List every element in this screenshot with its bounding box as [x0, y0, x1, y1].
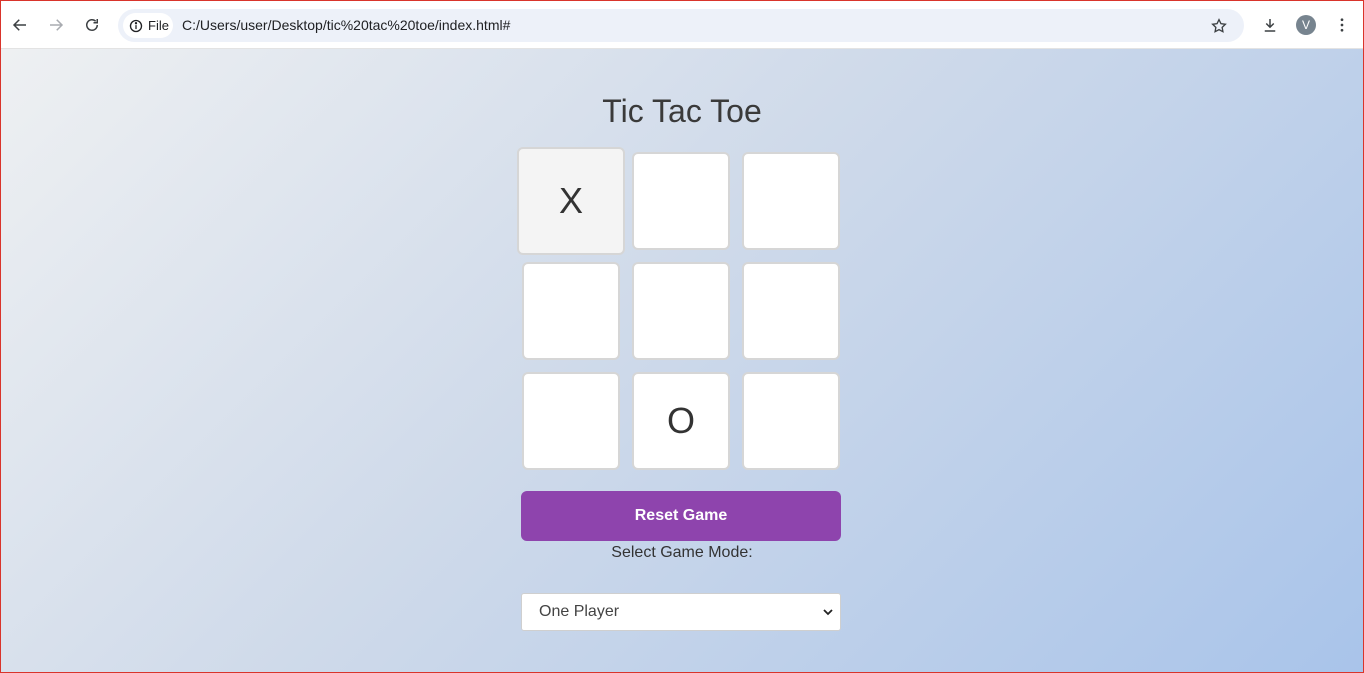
game-mode-label: Select Game Mode:	[611, 544, 753, 561]
more-icon	[1340, 18, 1344, 32]
chevron-down-icon	[823, 609, 833, 616]
cell-0[interactable]: X	[517, 147, 625, 255]
url-text[interactable]: C:/Users/user/Desktop/tic%20tac%20toe/in…	[182, 17, 510, 33]
forward-button[interactable]	[41, 10, 71, 40]
cell-1[interactable]	[632, 152, 730, 250]
back-button[interactable]	[5, 10, 35, 40]
cell-7[interactable]: O	[632, 372, 730, 470]
info-icon	[129, 19, 143, 32]
menu-button[interactable]	[1327, 10, 1357, 40]
cell-2[interactable]	[742, 152, 840, 250]
cell-4[interactable]	[632, 262, 730, 360]
game-board: X O	[517, 147, 841, 471]
address-bar[interactable]: File C:/Users/user/Desktop/tic%20tac%20t…	[118, 9, 1244, 42]
profile-avatar[interactable]: V	[1296, 15, 1316, 35]
reset-game-button[interactable]: Reset Game	[521, 491, 841, 541]
site-info-chip[interactable]: File	[123, 13, 173, 38]
download-icon	[1264, 19, 1276, 32]
game-mode-select[interactable]: One Player	[521, 593, 841, 631]
page-title: Tic Tac Toe	[602, 93, 762, 129]
download-button[interactable]	[1255, 10, 1285, 40]
forward-icon	[50, 19, 64, 31]
cell-3[interactable]	[522, 262, 620, 360]
reload-button[interactable]	[77, 10, 107, 40]
star-icon	[1211, 18, 1227, 33]
browser-toolbar: File C:/Users/user/Desktop/tic%20tac%20t…	[0, 0, 1364, 49]
cell-8[interactable]	[742, 372, 840, 470]
bookmark-button[interactable]	[1208, 15, 1230, 37]
reload-icon	[86, 19, 98, 31]
page-content: Tic Tac Toe X O Reset Game Select Game M…	[1, 49, 1363, 672]
chip-label: File	[148, 18, 169, 33]
game-mode-value: One Player	[539, 603, 620, 620]
back-icon	[12, 19, 26, 31]
cell-6[interactable]	[522, 372, 620, 470]
cell-5[interactable]	[742, 262, 840, 360]
